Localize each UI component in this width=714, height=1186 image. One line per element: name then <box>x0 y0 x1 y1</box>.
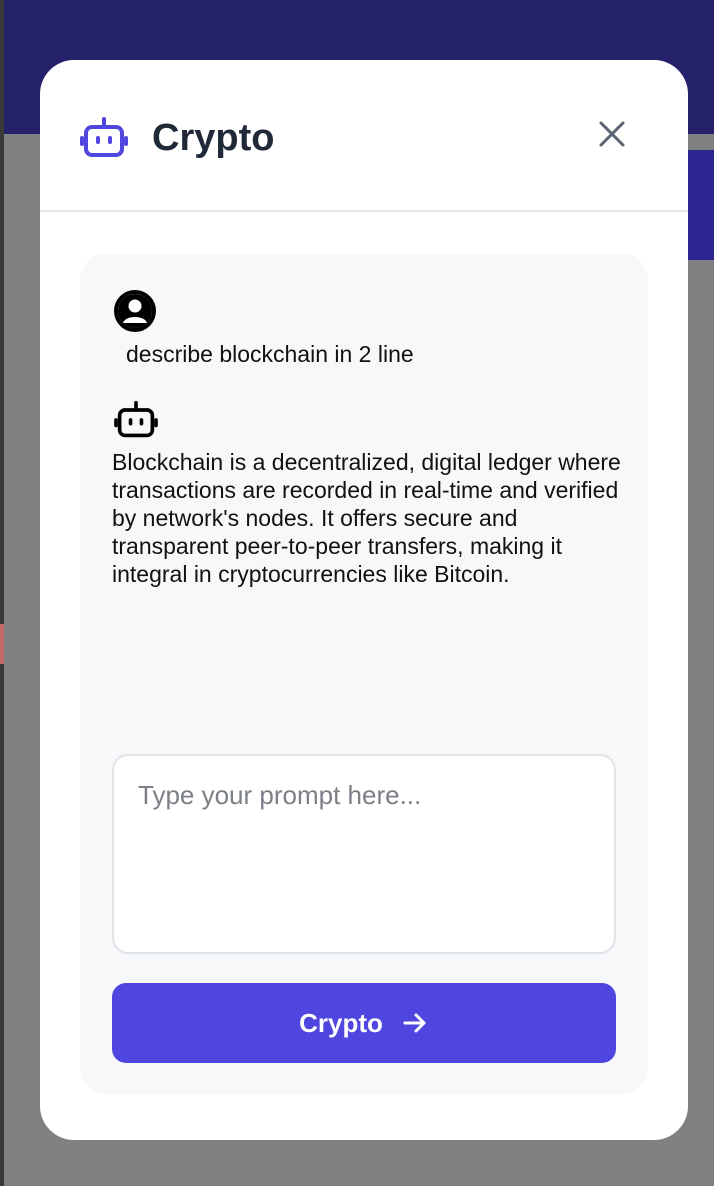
user-message: describe blockchain in 2 line <box>126 341 414 367</box>
close-icon <box>599 121 625 147</box>
robot-icon <box>80 116 128 160</box>
arrow-right-icon <box>403 1013 426 1033</box>
modal-header: Crypto <box>40 60 688 212</box>
background-edge <box>0 0 4 1186</box>
modal-title: Crypto <box>152 117 275 159</box>
assistant-message: Blockchain is a decentralized, digital l… <box>112 449 621 587</box>
background-marker <box>0 624 4 664</box>
submit-button[interactable]: Crypto <box>112 983 616 1063</box>
close-button[interactable] <box>590 112 634 156</box>
prompt-input[interactable] <box>112 754 616 954</box>
user-avatar-icon <box>114 290 156 332</box>
robot-icon <box>114 400 158 440</box>
submit-button-label: Crypto <box>299 1007 383 1038</box>
chat-modal: Crypto describe blockchain in 2 line Blo… <box>40 60 688 1140</box>
chat-panel: describe blockchain in 2 line Blockchain… <box>80 254 648 1094</box>
